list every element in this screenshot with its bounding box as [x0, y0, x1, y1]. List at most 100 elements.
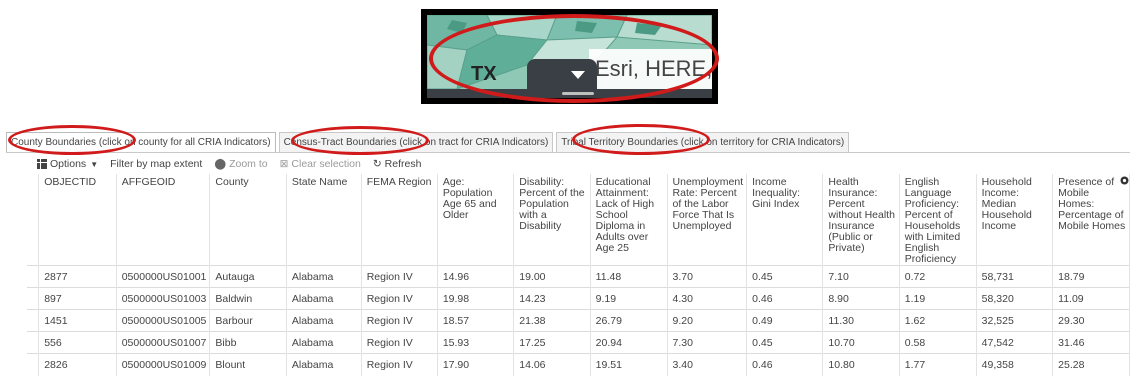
table-cell: 0.49 — [746, 309, 824, 332]
column-header[interactable]: Educational Attainment: Lack of High Sch… — [590, 174, 668, 266]
table-cell: 0.45 — [746, 265, 824, 288]
attribute-table: OBJECTID AFFGEOID County State Name FEMA… — [27, 174, 1130, 377]
filter-by-map-extent-toggle[interactable]: Filter by map extent — [110, 158, 202, 170]
table-cell: Alabama — [286, 309, 362, 332]
table-cell: 0500000US01005 — [116, 309, 211, 332]
column-header[interactable]: Household Income: Median Household Incom… — [976, 174, 1054, 266]
table-cell: 556 — [38, 331, 117, 354]
table-cell: 2826 — [38, 353, 117, 376]
column-header[interactable]: OBJECTID — [38, 174, 117, 266]
table-cell: Region IV — [361, 265, 438, 288]
table-cell: Bibb — [209, 331, 287, 354]
table-resize-bar[interactable] — [427, 89, 712, 98]
clear-selection-button[interactable]: ⊠ Clear selection — [280, 158, 361, 170]
table-cell: 19.98 — [437, 287, 515, 310]
tab-county-boundaries[interactable]: County Boundaries (click on county for a… — [6, 132, 276, 153]
table-cell: 1.77 — [899, 353, 977, 376]
table-cell: 0.46 — [746, 287, 824, 310]
table-cell: 21.38 — [513, 309, 591, 332]
table-row[interactable]: 1451 0500000US01005 Barbour Alabama Regi… — [27, 309, 1130, 332]
chevron-down-icon — [571, 71, 585, 79]
row-selector[interactable] — [27, 287, 40, 310]
table-row[interactable]: 2877 0500000US01001 Autauga Alabama Regi… — [27, 265, 1130, 288]
row-selector-header — [27, 174, 40, 266]
table-cell: 11.30 — [822, 309, 900, 332]
options-menu-button[interactable]: Options ▼ — [37, 158, 98, 170]
table-cell: 49,358 — [976, 353, 1054, 376]
table-cell: Alabama — [286, 353, 362, 376]
table-cell: 0500000US01001 — [116, 265, 211, 288]
tab-tribal-territory-boundaries[interactable]: Tribal Territory Boundaries (click on te… — [556, 132, 850, 153]
table-cell: 0.46 — [746, 353, 824, 376]
collapse-attribute-table-button[interactable] — [527, 59, 597, 89]
column-header[interactable]: State Name — [286, 174, 362, 266]
table-cell: 7.10 — [822, 265, 900, 288]
table-cell: 9.20 — [667, 309, 748, 332]
column-header[interactable]: Unemployment Rate: Percent of the Labor … — [667, 174, 748, 266]
row-selector[interactable] — [27, 353, 40, 376]
zoom-to-button[interactable]: ⬤ Zoom to — [214, 158, 267, 170]
refresh-button[interactable]: ↻ Refresh — [373, 158, 422, 170]
table-row[interactable]: 556 0500000US01007 Bibb Alabama Region I… — [27, 331, 1130, 354]
column-header[interactable]: Age: Population Age 65 and Older — [437, 174, 515, 266]
table-cell: 58,731 — [976, 265, 1054, 288]
table-cell: Alabama — [286, 331, 362, 354]
map-attribution: Esri, HERE, — [589, 49, 712, 89]
table-cell: 26.79 — [590, 309, 668, 332]
table-cell: Blount — [209, 353, 287, 376]
tab-census-tract-boundaries[interactable]: Census-Tract Boundaries (click on tract … — [278, 132, 554, 153]
table-cell: 897 — [38, 287, 117, 310]
table-cell: 32,525 — [976, 309, 1054, 332]
row-selector[interactable] — [27, 309, 40, 332]
location-pin-icon: ⬤ — [214, 158, 227, 170]
table-cell: 0500000US01003 — [116, 287, 211, 310]
table-cell: 0.58 — [899, 331, 977, 354]
tabs-divider — [6, 152, 1130, 153]
table-cell: 17.25 — [513, 331, 591, 354]
table-cell: Region IV — [361, 331, 438, 354]
column-header[interactable]: County — [209, 174, 287, 266]
column-header[interactable]: Disability: Percent of the Population wi… — [513, 174, 591, 266]
table-cell: 7.30 — [667, 331, 748, 354]
attribute-table-toolbar: Options ▼ Filter by map extent ⬤ Zoom to… — [37, 155, 433, 173]
column-header[interactable]: English Language Proficiency: Percent of… — [899, 174, 977, 266]
row-selector[interactable] — [27, 265, 40, 288]
column-header[interactable]: FEMA Region — [361, 174, 438, 266]
table-cell: 47,542 — [976, 331, 1054, 354]
table-cell: 3.40 — [667, 353, 748, 376]
column-header[interactable]: Income Inequality: Gini Index — [746, 174, 824, 266]
table-cell: 11.48 — [590, 265, 668, 288]
table-cell: 1.19 — [899, 287, 977, 310]
table-cell: 18.57 — [437, 309, 515, 332]
table-grid-icon — [37, 159, 47, 169]
drag-handle-icon[interactable] — [562, 92, 594, 95]
row-selector[interactable] — [27, 331, 40, 354]
refresh-icon: ↻ — [372, 158, 382, 170]
zoom-to-label: Zoom to — [229, 158, 268, 170]
table-cell: Barbour — [209, 309, 287, 332]
table-cell: 18.79 — [1052, 265, 1130, 288]
table-cell: 11.09 — [1052, 287, 1130, 310]
table-cell: 17.90 — [437, 353, 515, 376]
table-cell: 3.70 — [667, 265, 748, 288]
table-cell: 10.80 — [822, 353, 900, 376]
table-cell: 0.45 — [746, 331, 824, 354]
table-cell: 20.94 — [590, 331, 668, 354]
table-row[interactable]: 897 0500000US01003 Baldwin Alabama Regio… — [27, 287, 1130, 310]
table-cell: Baldwin — [209, 287, 287, 310]
table-cell: 2877 — [38, 265, 117, 288]
column-header[interactable]: Health Insurance: Percent without Health… — [822, 174, 900, 266]
table-cell: 0500000US01007 — [116, 331, 211, 354]
table-row[interactable]: 2826 0500000US01009 Blount Alabama Regio… — [27, 353, 1130, 376]
table-cell: Region IV — [361, 287, 438, 310]
caret-down-icon: ▼ — [90, 159, 99, 169]
table-cell: 58,320 — [976, 287, 1054, 310]
map-view[interactable]: TX Esri, HERE, — [427, 15, 712, 89]
table-cell: 19.00 — [513, 265, 591, 288]
column-header[interactable]: AFFGEOID — [116, 174, 211, 266]
table-cell: 25.28 — [1052, 353, 1130, 376]
table-cell: 1.62 — [899, 309, 977, 332]
table-cell: 1451 — [38, 309, 117, 332]
column-header[interactable]: Presence of Mobile Homes: Percentage of … — [1052, 174, 1130, 266]
options-label: Options — [50, 158, 87, 170]
